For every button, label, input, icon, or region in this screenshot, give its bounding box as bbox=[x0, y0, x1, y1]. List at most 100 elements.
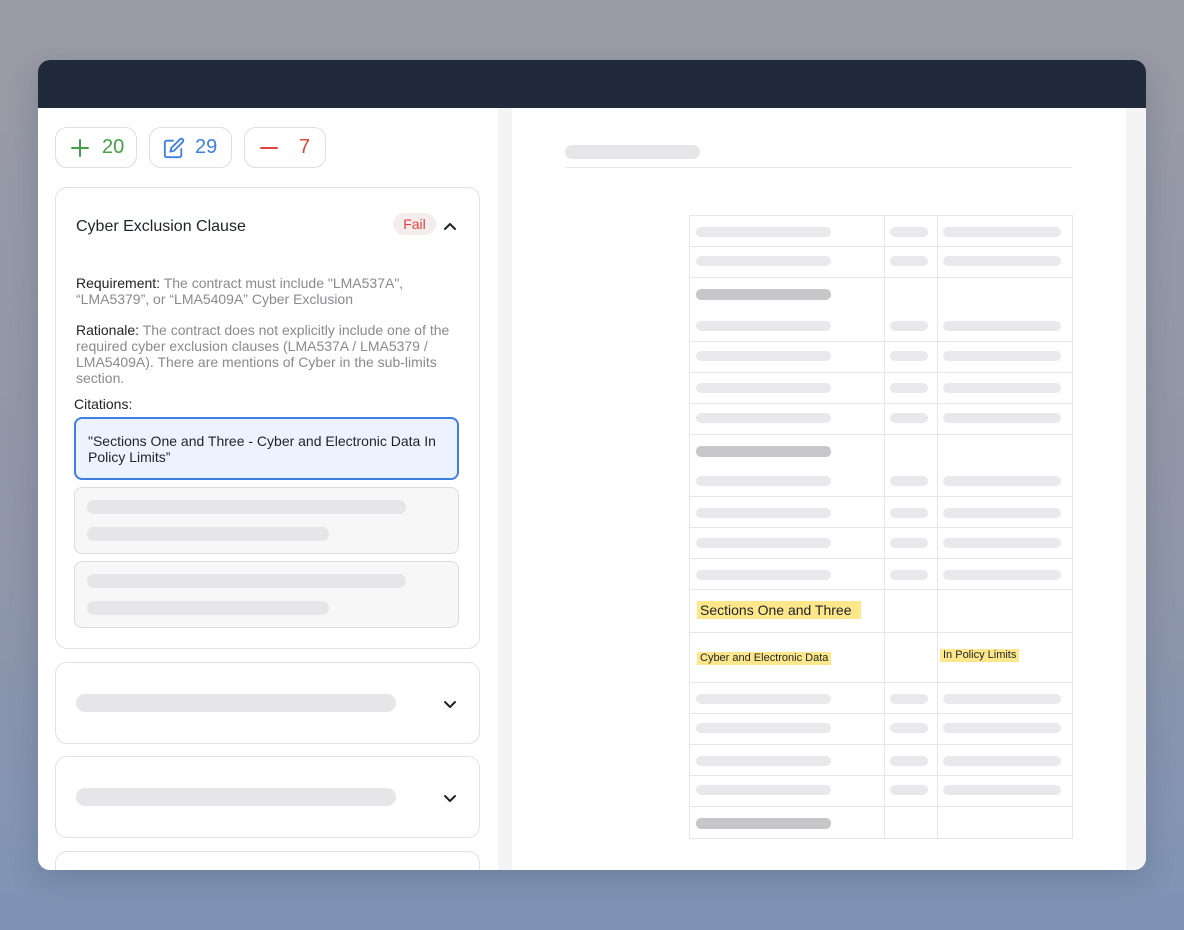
row-line bbox=[689, 246, 1073, 247]
placeholder-line bbox=[87, 527, 329, 541]
check-card-collapsed[interactable] bbox=[55, 662, 480, 744]
row-line bbox=[689, 682, 1073, 683]
check-card-collapsed[interactable] bbox=[55, 851, 480, 870]
cell-placeholder bbox=[890, 508, 928, 518]
cell-placeholder bbox=[943, 538, 1061, 548]
chevron-down-icon[interactable] bbox=[443, 697, 457, 715]
cell-placeholder bbox=[943, 256, 1061, 266]
table-border bbox=[689, 838, 1073, 839]
cell-placeholder bbox=[943, 383, 1061, 393]
scroll-gutter[interactable] bbox=[1126, 108, 1146, 870]
chevron-up-icon[interactable] bbox=[443, 218, 457, 236]
plus-icon bbox=[70, 138, 90, 158]
cell-placeholder bbox=[696, 756, 831, 766]
cell-placeholder bbox=[943, 694, 1061, 704]
cell-placeholder bbox=[696, 723, 831, 733]
cell-placeholder bbox=[696, 785, 831, 795]
cell-placeholder bbox=[696, 321, 831, 331]
minus-icon bbox=[259, 138, 279, 158]
cell-placeholder bbox=[890, 756, 928, 766]
cell-placeholder bbox=[696, 570, 831, 580]
cell-placeholder bbox=[890, 723, 928, 733]
status-badge: Fail bbox=[393, 213, 436, 235]
chevron-down-icon[interactable] bbox=[443, 791, 457, 809]
cell-placeholder bbox=[890, 570, 928, 580]
highlight-item[interactable]: Cyber and Electronic Data bbox=[697, 652, 832, 665]
row-line bbox=[689, 403, 1073, 404]
cell-placeholder bbox=[943, 321, 1061, 331]
removed-count: 7 bbox=[299, 136, 311, 158]
row-line bbox=[689, 434, 1073, 435]
cell-placeholder bbox=[943, 756, 1061, 766]
cell-placeholder bbox=[696, 227, 831, 237]
cell-placeholder bbox=[890, 476, 928, 486]
citation-item-active[interactable]: "Sections One and Three - Cyber and Elec… bbox=[74, 417, 459, 480]
section-placeholder bbox=[696, 818, 831, 829]
cell-placeholder bbox=[890, 413, 928, 423]
added-count: 20 bbox=[102, 136, 125, 158]
rationale-label: Rationale: bbox=[76, 322, 140, 338]
cell-placeholder bbox=[696, 383, 831, 393]
row-line bbox=[689, 277, 1073, 278]
cell-placeholder bbox=[943, 785, 1061, 795]
cell-placeholder bbox=[696, 256, 831, 266]
highlight-limit[interactable]: In Policy Limits bbox=[940, 649, 1020, 662]
document-table: Sections One and Three Cyber and Electro… bbox=[689, 215, 1073, 839]
cell-placeholder bbox=[943, 227, 1061, 237]
requirement-label: Requirement: bbox=[76, 275, 161, 291]
cell-placeholder bbox=[943, 508, 1061, 518]
cell-placeholder bbox=[696, 351, 831, 361]
cell-placeholder bbox=[890, 256, 928, 266]
placeholder-line bbox=[87, 500, 406, 514]
row-line bbox=[689, 806, 1073, 807]
check-title: Cyber Exclusion Clause bbox=[76, 218, 246, 235]
placeholder-title bbox=[76, 694, 396, 712]
citation-text: "Sections One and Three - Cyber and Elec… bbox=[88, 433, 436, 465]
cell-placeholder bbox=[890, 694, 928, 704]
cell-placeholder bbox=[890, 227, 928, 237]
cell-placeholder bbox=[890, 383, 928, 393]
added-count-button[interactable]: 20 bbox=[55, 127, 137, 168]
cell-placeholder bbox=[890, 351, 928, 361]
checks-panel: 20 29 7 Cyber Exclusion Clause Fail Requ… bbox=[38, 108, 498, 870]
document-title-placeholder bbox=[565, 145, 700, 159]
cell-placeholder bbox=[890, 785, 928, 795]
cell-placeholder bbox=[696, 694, 831, 704]
row-line bbox=[689, 558, 1073, 559]
cell-placeholder bbox=[696, 413, 831, 423]
app-window: 20 29 7 Cyber Exclusion Clause Fail Requ… bbox=[38, 60, 1146, 870]
edit-icon bbox=[163, 137, 185, 159]
row-line bbox=[689, 632, 1073, 633]
placeholder-line bbox=[87, 601, 329, 615]
row-line bbox=[689, 496, 1073, 497]
citations-label: Citations: bbox=[74, 396, 133, 412]
cell-placeholder bbox=[890, 321, 928, 331]
citation-item[interactable] bbox=[74, 561, 459, 628]
title-bar bbox=[38, 60, 1146, 108]
cell-placeholder bbox=[696, 476, 831, 486]
document-viewer: Sections One and Three Cyber and Electro… bbox=[512, 108, 1126, 870]
check-card-collapsed[interactable] bbox=[55, 756, 480, 838]
row-line bbox=[689, 744, 1073, 745]
cell-placeholder bbox=[943, 723, 1061, 733]
citation-item[interactable] bbox=[74, 487, 459, 554]
cell-placeholder bbox=[943, 413, 1061, 423]
document-rule bbox=[565, 167, 1072, 168]
cell-placeholder bbox=[943, 570, 1061, 580]
placeholder-title bbox=[76, 788, 396, 806]
edited-count: 29 bbox=[195, 136, 218, 158]
requirement: Requirement: The contract must include "… bbox=[76, 275, 461, 307]
row-line bbox=[689, 713, 1073, 714]
cell-placeholder bbox=[890, 538, 928, 548]
check-card-cyber-exclusion[interactable]: Cyber Exclusion Clause Fail Requirement:… bbox=[55, 187, 480, 649]
removed-count-button[interactable]: 7 bbox=[244, 127, 326, 168]
section-placeholder bbox=[696, 289, 831, 300]
cell-placeholder bbox=[696, 508, 831, 518]
highlight-section-heading[interactable]: Sections One and Three bbox=[697, 601, 861, 619]
row-line bbox=[689, 341, 1073, 342]
cell-placeholder bbox=[696, 538, 831, 548]
table-border bbox=[689, 215, 1073, 216]
placeholder-line bbox=[87, 574, 406, 588]
panel-divider[interactable] bbox=[498, 108, 512, 870]
edited-count-button[interactable]: 29 bbox=[149, 127, 232, 168]
